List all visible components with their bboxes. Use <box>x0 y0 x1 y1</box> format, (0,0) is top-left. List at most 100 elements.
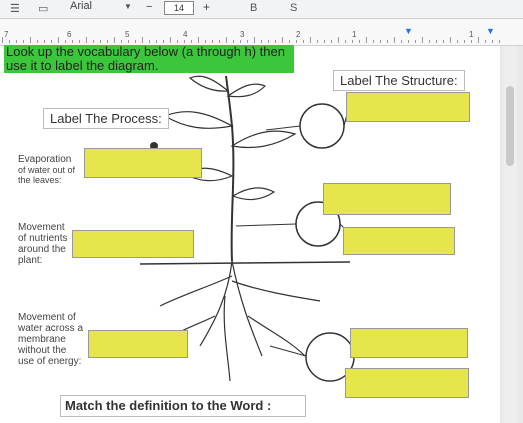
ruler-tick <box>30 37 31 43</box>
ruler-number: 5 <box>125 30 130 39</box>
ruler-tick <box>37 40 38 43</box>
ruler-tick <box>471 40 472 43</box>
match-definition-heading[interactable]: Match the definition to the Word : <box>60 395 306 417</box>
ruler-tick <box>485 40 486 43</box>
label-structure-heading[interactable]: Label The Structure: <box>333 70 465 91</box>
ruler-number: 1 <box>469 30 474 39</box>
ruler-tick <box>303 40 304 43</box>
ruler-tick <box>51 40 52 43</box>
right-indent-marker-icon[interactable]: ▼ <box>486 26 495 36</box>
ruler-tick <box>170 37 171 43</box>
ruler-tick <box>240 40 241 43</box>
ruler: 7 6 5 4 3 2 1 1 ▼ ▼ <box>0 19 523 46</box>
ruler-number: 3 <box>240 30 245 39</box>
ruler-tick <box>58 37 59 43</box>
ruler-tick <box>177 40 178 43</box>
nutrient-movement-answer-box[interactable] <box>72 230 194 258</box>
ruler-tick <box>443 40 444 43</box>
ruler-tick <box>394 37 395 43</box>
label-process-heading[interactable]: Label The Process: <box>43 108 169 129</box>
ruler-tick <box>212 40 213 43</box>
ruler-tick <box>198 37 199 43</box>
text-format-icon[interactable]: ▭ <box>38 2 48 15</box>
ruler-tick <box>282 37 283 43</box>
structure-answer-box-5[interactable] <box>345 368 469 398</box>
structure-answer-box-3[interactable] <box>343 227 455 255</box>
ruler-tick <box>436 40 437 43</box>
ruler-tick <box>366 37 367 43</box>
ruler-tick <box>128 40 129 43</box>
ruler-tick <box>16 40 17 43</box>
ruler-number: 4 <box>183 30 188 39</box>
ruler-tick <box>9 40 10 43</box>
water-movement-answer-box[interactable] <box>88 330 188 358</box>
ruler-number: 1 <box>352 30 357 39</box>
ruler-tick <box>156 40 157 43</box>
ruler-tick <box>338 37 339 43</box>
font-size-input[interactable]: 14 <box>164 1 194 15</box>
ruler-tick <box>247 40 248 43</box>
ruler-tick <box>422 37 423 43</box>
ruler-tick <box>100 40 101 43</box>
ruler-tick <box>107 40 108 43</box>
ruler-tick <box>289 40 290 43</box>
structure-answer-box-2[interactable] <box>323 183 451 215</box>
formatting-toolbar: ☰ ▭ Arial ▼ − 14 + B S <box>0 0 523 19</box>
ruler-tick <box>429 40 430 43</box>
ruler-tick <box>380 40 381 43</box>
ruler-tick <box>219 40 220 43</box>
ruler-tick <box>72 40 73 43</box>
leaf <box>188 75 230 92</box>
ruler-tick <box>373 40 374 43</box>
ruler-tick <box>233 40 234 43</box>
bold-icon[interactable]: B <box>250 2 257 14</box>
ground-line <box>139 261 351 265</box>
ruler-tick <box>296 40 297 43</box>
ruler-tick <box>359 40 360 43</box>
ruler-tick <box>86 37 87 43</box>
ruler-tick <box>275 40 276 43</box>
ruler-tick <box>352 40 353 43</box>
structure-answer-box-4[interactable] <box>350 328 468 358</box>
ruler-tick <box>163 40 164 43</box>
evaporation-label: Evaporation <box>18 154 72 165</box>
ruler-tick <box>261 40 262 43</box>
ruler-tick <box>142 37 143 43</box>
ruler-tick <box>415 40 416 43</box>
ruler-tick <box>44 40 45 43</box>
ruler-tick <box>499 40 500 43</box>
ruler-tick <box>114 37 115 43</box>
vertical-scrollbar[interactable] <box>503 46 517 423</box>
ruler-tick <box>401 40 402 43</box>
structure-answer-box-1[interactable] <box>346 92 470 122</box>
ruler-number: 2 <box>296 30 301 39</box>
chevron-down-icon[interactable]: ▼ <box>124 2 132 11</box>
font-family-select[interactable]: Arial <box>70 0 92 12</box>
ruler-tick <box>205 40 206 43</box>
ruler-tick <box>121 40 122 43</box>
ruler-tick <box>135 40 136 43</box>
evaporation-answer-box[interactable] <box>84 148 202 178</box>
ruler-tick <box>254 37 255 43</box>
menu-icon[interactable]: ☰ <box>10 2 20 15</box>
ruler-number: 6 <box>67 30 72 39</box>
leaf <box>163 111 234 129</box>
ruler-tick <box>450 37 451 43</box>
ruler-tick <box>310 37 311 43</box>
ruler-tick <box>184 40 185 43</box>
ruler-tick <box>23 40 24 43</box>
increase-font-size-button[interactable]: + <box>203 0 210 14</box>
stem <box>225 75 235 262</box>
instructions-text[interactable]: Look up the vocabulary below (a through … <box>4 45 294 73</box>
roots <box>159 260 321 382</box>
ruler-tick <box>93 40 94 43</box>
strikethrough-icon[interactable]: S <box>290 2 297 14</box>
scrollbar-thumb[interactable] <box>506 86 514 166</box>
decrease-font-size-button[interactable]: − <box>146 1 152 13</box>
leaf <box>231 187 276 201</box>
leaf <box>230 130 297 149</box>
ruler-tick <box>345 40 346 43</box>
movement-nutrients-label: Movement of nutrients around the plant: <box>18 222 68 266</box>
ruler-tick <box>268 40 269 43</box>
indent-marker-icon[interactable]: ▼ <box>404 26 413 36</box>
